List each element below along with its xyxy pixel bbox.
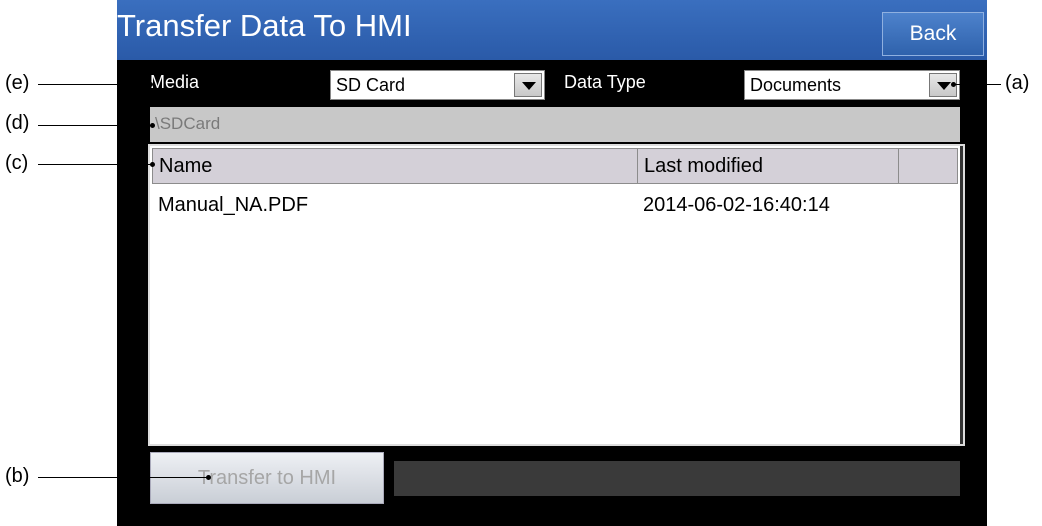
column-header-name[interactable]: Name	[152, 148, 638, 184]
list-border	[960, 146, 963, 444]
back-button[interactable]: Back	[882, 12, 984, 56]
file-list[interactable]: Name Last modified Manual_NA.PDF 2014-06…	[148, 144, 965, 446]
file-list-body: Name Last modified Manual_NA.PDF 2014-06…	[152, 148, 958, 442]
callout-c: (c)	[5, 152, 29, 174]
leader-line-b	[38, 477, 208, 478]
leader-dot-e	[148, 82, 153, 87]
leader-line-a	[955, 84, 1001, 85]
leader-dot-b	[206, 475, 211, 480]
leader-dot-c	[150, 162, 155, 167]
path-text: \SDCard	[155, 114, 221, 133]
leader-dot-d	[150, 123, 155, 128]
media-label: Media	[150, 72, 200, 92]
data-type-value: Documents	[750, 75, 842, 95]
media-value: SD Card	[336, 75, 406, 95]
status-box	[394, 461, 960, 496]
leader-line-d	[38, 125, 152, 126]
media-dropdown[interactable]: SD Card	[330, 70, 545, 100]
callout-d: (d)	[5, 112, 30, 134]
leader-line-c	[38, 164, 152, 165]
transfer-to-hmi-button[interactable]: Transfer to HMI	[150, 452, 384, 504]
callout-a: (a)	[1005, 72, 1030, 94]
file-name-cell[interactable]: Manual_NA.PDF	[158, 194, 308, 217]
title-bar: Transfer Data To HMI Back	[117, 0, 987, 60]
column-header-blank	[898, 148, 958, 184]
page-title: Transfer Data To HMI	[117, 8, 412, 43]
column-header-modified[interactable]: Last modified	[637, 148, 899, 184]
leader-dot-a	[951, 82, 956, 87]
leader-line-e	[38, 84, 150, 85]
path-bar: \SDCard	[150, 107, 960, 142]
data-type-label: Data Type	[564, 72, 646, 92]
hmi-screen: Transfer Data To HMI Back Media SD Card …	[117, 0, 987, 526]
data-type-dropdown[interactable]: Documents	[744, 70, 960, 100]
callout-e: (e)	[5, 72, 30, 94]
callout-b: (b)	[5, 465, 30, 487]
chevron-down-icon[interactable]	[514, 73, 542, 97]
file-modified-cell[interactable]: 2014-06-02-16:40:14	[643, 194, 830, 217]
